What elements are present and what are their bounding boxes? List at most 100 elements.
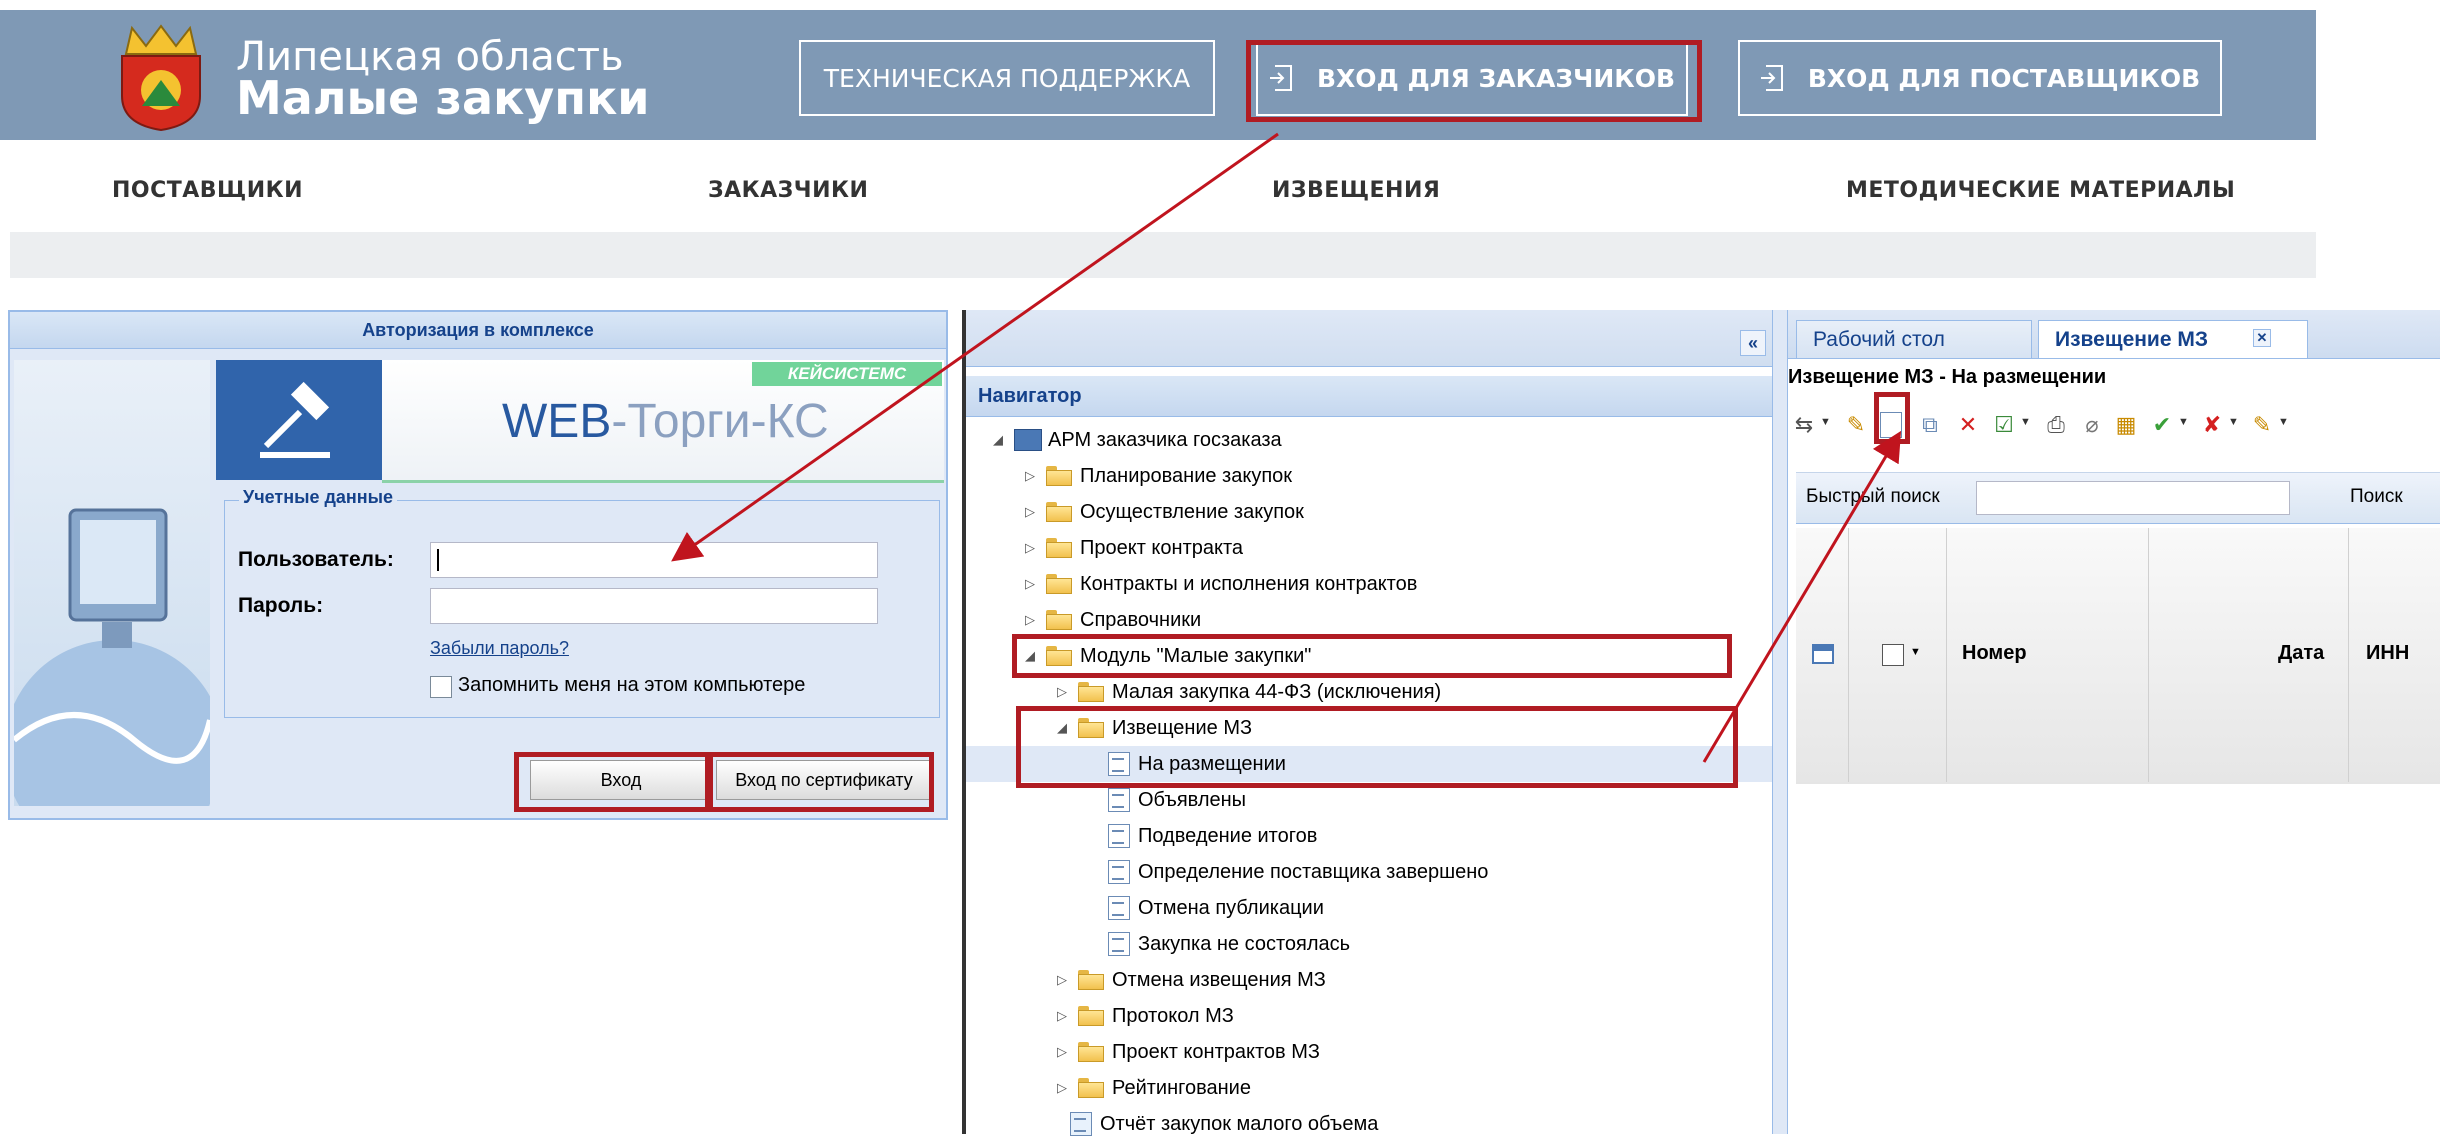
tree-item-planning[interactable]: ▷ Планирование закупок [966, 458, 1772, 494]
tree-item-label: Рейтингование [1112, 1076, 1251, 1099]
web-torgi-logo-rest: -Торги-КС [611, 395, 829, 448]
nav-customers[interactable]: ЗАКАЗЧИКИ [708, 178, 868, 203]
tree-item-label: Справочники [1080, 608, 1202, 631]
username-input[interactable] [430, 542, 878, 578]
search-button[interactable]: Поиск [2350, 486, 2403, 508]
export-icon[interactable]: ▦ [2114, 412, 2138, 438]
tree-item-arm[interactable]: ◢ АРМ заказчика госзаказа [966, 422, 1772, 458]
check-icon[interactable]: ✔ [2150, 412, 2174, 438]
column-separator [1946, 528, 1947, 782]
actions-menu-icon[interactable]: ⇆ [1792, 412, 1816, 438]
highlight-notice-on-placement [1016, 706, 1738, 788]
chevron-down-icon[interactable]: ▼ [2020, 416, 2031, 428]
column-chooser-icon[interactable] [1812, 644, 1834, 664]
tree-item-summarizing[interactable]: Подведение итогов [966, 818, 1772, 854]
tree-item-contract-projects-mz[interactable]: ▷ Проект контрактов МЗ [966, 1034, 1772, 1070]
column-header-date[interactable]: Дата [2278, 642, 2324, 665]
panel-splitter[interactable] [1772, 310, 1788, 1134]
workstation-icon [1014, 429, 1042, 451]
collapsed-icon[interactable]: ▷ [1022, 612, 1038, 628]
quick-search-label: Быстрый поиск [1806, 486, 1940, 507]
collapsed-icon[interactable]: ▷ [1054, 1044, 1070, 1060]
tree-item-references[interactable]: ▷ Справочники [966, 602, 1772, 638]
collapsed-icon[interactable]: ▷ [1022, 504, 1038, 520]
attachment-icon[interactable]: ⌀ [2080, 412, 2104, 438]
highlight-small-purchases-module [1012, 634, 1732, 678]
folder-icon [1046, 466, 1072, 486]
supplier-login-button[interactable]: ВХОД ДЛЯ ПОСТАВЩИКОВ [1738, 40, 2222, 116]
workspace-tabbar: Рабочий стол Извещение МЗ ✕ [1788, 310, 2440, 359]
collapsed-icon[interactable]: ▷ [1022, 540, 1038, 556]
portal-title: Малые закупки [236, 71, 650, 125]
collapsed-icon[interactable]: ▷ [1054, 1080, 1070, 1096]
copy-icon[interactable]: ⧉ [1918, 412, 1942, 438]
folder-icon [1078, 1078, 1104, 1098]
collapsed-icon[interactable]: ▷ [1054, 1008, 1070, 1024]
password-input[interactable] [430, 588, 878, 624]
monitor-globe-image [14, 360, 210, 806]
chevron-down-icon[interactable]: ▼ [1910, 646, 1921, 658]
report-icon [1070, 1112, 1092, 1136]
tree-item-purchases[interactable]: ▷ Осуществление закупок [966, 494, 1772, 530]
grid-row-divider [1796, 782, 2440, 784]
chevron-down-icon[interactable]: ▼ [2228, 416, 2239, 428]
tree-item-label: Определение поставщика завершено [1138, 860, 1489, 883]
support-button-label: ТЕХНИЧЕСКАЯ ПОДДЕРЖКА [823, 63, 1191, 93]
nav-notices[interactable]: ИЗВЕЩЕНИЯ [1272, 178, 1440, 203]
expanded-icon[interactable]: ◢ [990, 432, 1006, 448]
tree-item-small-volume-report[interactable]: Отчёт закупок малого объема [966, 1106, 1772, 1142]
web-torgi-logo-web: WEB [502, 395, 612, 448]
reject-icon[interactable]: ✘ [2200, 412, 2224, 438]
chevron-down-icon[interactable]: ▼ [2278, 416, 2289, 428]
nav-suppliers[interactable]: ПОСТАВЩИКИ [112, 178, 303, 203]
forgot-password-link[interactable]: Забыли пароль? [430, 638, 569, 659]
tree-item-notice-cancellation[interactable]: ▷ Отмена извещения МЗ [966, 962, 1772, 998]
chevron-down-icon[interactable]: ▼ [1820, 416, 1831, 428]
tree-item-contracts[interactable]: ▷ Контракты и исполнения контрактов [966, 566, 1772, 602]
tree-item-label: Закупка не состоялась [1138, 932, 1351, 955]
tree-item-label: Планирование закупок [1080, 464, 1293, 487]
tree-item-purchase-failed[interactable]: Закупка не состоялась [966, 926, 1772, 962]
tree-item-publication-cancelled[interactable]: Отмена публикации [966, 890, 1772, 926]
close-icon[interactable]: ✕ [2253, 329, 2271, 347]
remember-me-checkbox[interactable] [430, 676, 452, 698]
navigator-topbar: « [966, 310, 1772, 367]
edit-icon[interactable]: ✎ [1844, 412, 1868, 438]
document-icon [1108, 788, 1130, 812]
keysystems-badge: КЕЙСИСТЕМС [752, 362, 942, 386]
folder-icon [1078, 1042, 1104, 1062]
tree-item-label: Осуществление закупок [1080, 500, 1304, 523]
tree-item-rating[interactable]: ▷ Рейтингование [966, 1070, 1772, 1106]
print-icon[interactable]: ⎙ [2044, 412, 2068, 438]
collapsed-icon[interactable]: ▷ [1022, 468, 1038, 484]
document-actions-icon[interactable]: ✎ [2250, 412, 2274, 438]
approve-document-icon[interactable]: ☑ [1992, 412, 2016, 438]
gavel-icon-tile [216, 360, 382, 480]
tree-item-contract-project[interactable]: ▷ Проект контракта [966, 530, 1772, 566]
column-header-number[interactable]: Номер [1962, 642, 2027, 665]
chevron-down-icon[interactable]: ▼ [2178, 416, 2189, 428]
tree-item-label: Подведение итогов [1138, 824, 1318, 847]
coat-of-arms-icon [121, 24, 201, 132]
collapsed-icon[interactable]: ▷ [1054, 972, 1070, 988]
collapsed-icon[interactable]: ▷ [1022, 576, 1038, 592]
collapse-navigator-button[interactable]: « [1740, 330, 1766, 356]
collapsed-icon[interactable]: ▷ [1054, 684, 1070, 700]
quick-search-input[interactable] [1976, 481, 2290, 515]
tree-item-supplier-determined[interactable]: Определение поставщика завершено [966, 854, 1772, 890]
column-header-inn[interactable]: ИНН [2366, 642, 2409, 665]
highlight-login-button [514, 752, 710, 812]
tree-item-small-purchase-44fz[interactable]: ▷ Малая закупка 44-ФЗ (исключения) [966, 674, 1772, 710]
tab-label: Извещение МЗ [2055, 327, 2208, 351]
delete-icon[interactable]: ✕ [1956, 412, 1980, 438]
select-all-checkbox[interactable] [1882, 644, 1904, 666]
tree-item-protocol-mz[interactable]: ▷ Протокол МЗ [966, 998, 1772, 1034]
tree-item-label: Проект контракта [1080, 536, 1244, 559]
navigator-title-bar: Навигатор [966, 376, 1772, 417]
tab-desktop[interactable]: Рабочий стол [1796, 320, 2032, 358]
highlight-customer-login [1246, 40, 1702, 122]
support-button[interactable]: ТЕХНИЧЕСКАЯ ПОДДЕРЖКА [799, 40, 1215, 116]
tree-item-label: Отмена публикации [1138, 896, 1324, 919]
tab-notice-mz[interactable]: Извещение МЗ ✕ [2038, 320, 2308, 358]
nav-methodical-materials[interactable]: МЕТОДИЧЕСКИЕ МАТЕРИАЛЫ [1846, 178, 2235, 203]
